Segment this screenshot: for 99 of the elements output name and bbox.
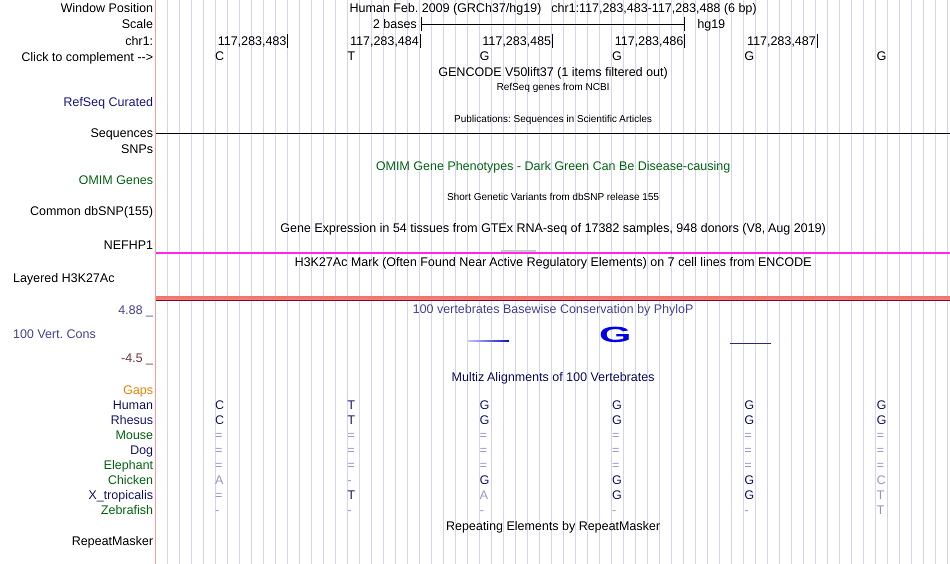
track-label[interactable]: Human (0, 397, 155, 412)
track-title: Repeating Elements by RepeatMasker (446, 519, 660, 533)
alignment-base: = (876, 458, 884, 472)
coordinate-label: 117,283,484 (350, 34, 421, 48)
alignment-base: = (612, 458, 620, 472)
coordinate-label: 117,283,483 (218, 34, 288, 48)
track-label[interactable]: Elephant (0, 457, 155, 472)
alignment-base: G (876, 398, 886, 412)
track-label[interactable]: Scale (0, 16, 155, 33)
alignment-base: = (215, 428, 222, 442)
alignment-base: = (744, 443, 752, 457)
reference-base[interactable]: G (744, 49, 754, 63)
alignment-base: A (480, 488, 488, 502)
reference-base[interactable]: C (215, 49, 224, 63)
track-label[interactable]: NEFHP1 (0, 237, 155, 270)
alignment-base: G (612, 413, 622, 427)
track-label[interactable]: Window Position (0, 0, 155, 16)
conservation-line (468, 340, 509, 342)
alignment-base: = (215, 488, 222, 502)
reference-base[interactable]: G (612, 49, 622, 63)
alignment-base: - (480, 503, 484, 517)
conservation-line (730, 343, 772, 344)
alignment-base: G (480, 473, 490, 487)
track-label[interactable]: Rhesus (0, 412, 155, 427)
alignment-base: - (347, 473, 352, 487)
alignment-base: T (876, 488, 884, 502)
reference-base[interactable]: T (347, 49, 355, 63)
track-label[interactable]: 4.88 _ (0, 302, 155, 326)
alignment-base: T (347, 398, 355, 412)
track-label[interactable]: RefSeq Curated (0, 94, 155, 125)
alignment-base: - (744, 503, 748, 517)
track-label[interactable]: Sequences (0, 125, 155, 141)
track-label[interactable]: Dog (0, 442, 155, 457)
assembly-name: Human Feb. 2009 (GRCh37/hg19) (349, 1, 542, 15)
alignment-base: G (744, 488, 754, 502)
alignment-base: G (744, 398, 754, 412)
coordinate-label: 117,283,485 (482, 34, 553, 48)
track-label[interactable]: SNPs (0, 141, 155, 172)
alignment-base: G (876, 413, 886, 427)
alignment-base: = (480, 428, 487, 442)
alignment-base: = (876, 443, 884, 457)
alignment-base: C (876, 473, 886, 487)
track-title: 100 vertebrates Basewise Conservation by PhyloP (412, 302, 694, 316)
alignment-base: = (480, 443, 487, 457)
alignment-base: G (480, 413, 490, 427)
coordinate-label: 117,283,487 (747, 34, 818, 48)
track-label[interactable]: Common dbSNP(155) (0, 203, 155, 237)
alignment-base: - (215, 503, 220, 517)
reference-base[interactable]: G (876, 49, 886, 63)
track-title: GENCODE V50lift37 (1 items filtered out) (438, 65, 668, 79)
assembly-label: hg19 (696, 17, 726, 31)
alignment-base: = (612, 443, 620, 457)
alignment-base: = (612, 428, 620, 442)
alignment-base: G (612, 488, 622, 502)
track-label[interactable]: Chicken (0, 472, 155, 487)
alignment-base: = (744, 428, 752, 442)
alignment-base: = (347, 458, 355, 472)
alignment-base: G (612, 473, 622, 487)
conservation-logo-letter: G (598, 326, 632, 343)
track-title: OMIM Gene Phenotypes - Dark Green Can Be Disease-causing (376, 159, 730, 173)
track-label[interactable]: Click to complement --> (0, 49, 155, 94)
track-label[interactable]: 100 Vert. Cons (0, 326, 155, 350)
alignment-base: = (744, 458, 752, 472)
track-title: Multiz Alignments of 100 Vertebrates (452, 370, 654, 384)
alignment-base: T (876, 503, 884, 517)
alignment-base: = (480, 458, 487, 472)
track-title: Short Genetic Variants from dbSNP release 155 (447, 192, 659, 202)
track-label[interactable]: -4.5 _ (0, 350, 155, 382)
alignment-base: - (347, 503, 352, 517)
alignment-base: C (215, 398, 224, 412)
alignment-base: G (744, 413, 754, 427)
alignment-base: = (876, 428, 884, 442)
track-title: Gene Expression in 54 tissues from GTEx RNA-seq of 17382 samples, 948 donors (V8, Aug 2019) (280, 221, 826, 235)
alignment-base: = (215, 458, 222, 472)
alignment-base: = (347, 428, 355, 442)
scale-label: 2 bases (372, 17, 418, 31)
track-title: H3K27Ac Mark (Often Found Near Active Regulatory Elements) on 7 cell lines from ENCODE (294, 255, 812, 269)
track-label[interactable]: OMIM Genes (0, 172, 155, 203)
alignment-base: = (347, 443, 355, 457)
genome-range: chr1:117,283,483-117,283,488 (6 bp) (551, 1, 757, 15)
alignment-base: A (215, 473, 224, 487)
alignment-base: T (347, 488, 355, 502)
alignment-base: G (744, 473, 754, 487)
track-label[interactable]: Layered H3K27Ac (0, 270, 155, 302)
track-title: Publications: Sequences in Scientific Articles (454, 114, 652, 124)
alignment-base: G (612, 398, 622, 412)
alignment-base: - (612, 503, 616, 517)
reference-base[interactable]: G (480, 49, 490, 63)
track-label[interactable]: X_tropicalis (0, 487, 155, 502)
alignment-base: C (215, 413, 224, 427)
alignment-base: = (215, 443, 222, 457)
track-label[interactable]: RepeatMasker (0, 533, 155, 553)
alignment-base: T (347, 413, 355, 427)
alignment-base: G (480, 398, 490, 412)
track-label[interactable]: Zebrafish (0, 502, 155, 533)
track-title: RefSeq genes from NCBI (496, 82, 610, 92)
coordinate-label: 117,283,486 (614, 34, 686, 48)
track-label[interactable]: chr1: (0, 33, 155, 49)
track-label[interactable]: Mouse (0, 427, 155, 442)
